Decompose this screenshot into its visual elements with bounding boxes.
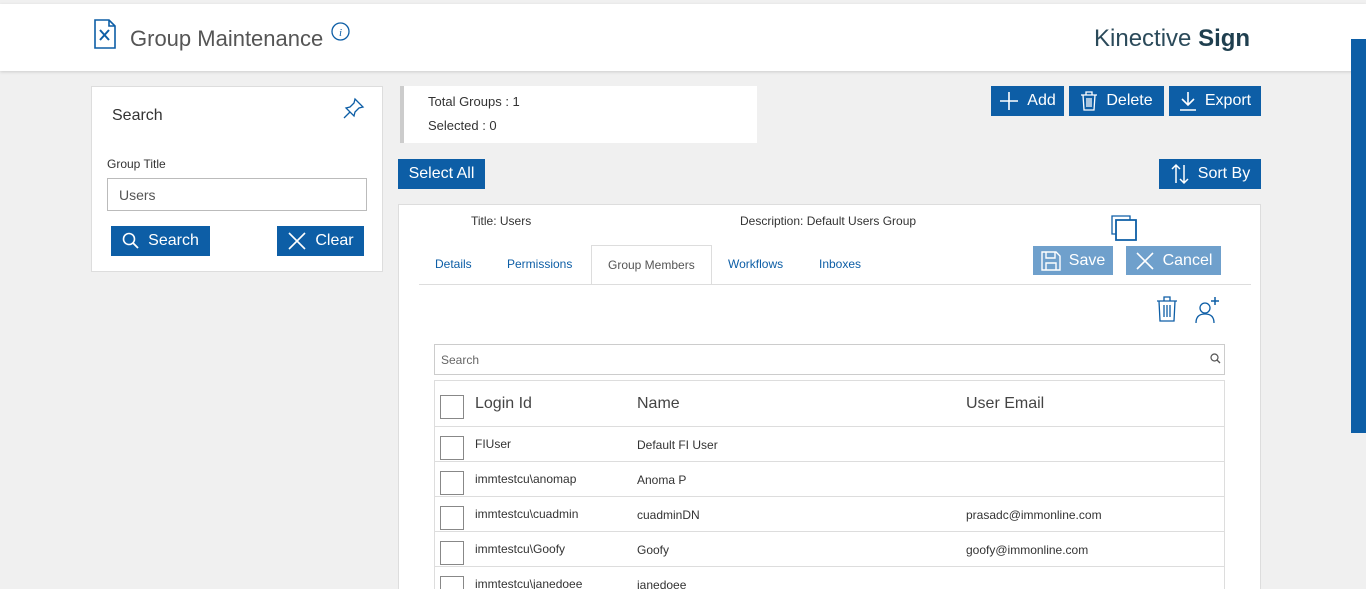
add-member-icon[interactable]	[1195, 296, 1221, 324]
sort-by-button[interactable]: Sort By	[1159, 159, 1261, 189]
group-detail-card: Title: Users Description: Default Users …	[398, 204, 1261, 589]
plus-icon	[1000, 92, 1019, 110]
remove-member-icon[interactable]	[1156, 296, 1178, 322]
search-icon	[122, 232, 139, 249]
login-id-cell: immtestcu\Goofy	[475, 542, 566, 556]
row-checkbox[interactable]	[440, 506, 464, 530]
group-title-text: Title: Users	[471, 214, 532, 228]
close-icon	[1136, 251, 1154, 270]
save-button-label: Save	[1068, 251, 1106, 269]
column-header-login-id[interactable]: Login Id	[475, 395, 532, 413]
close-icon	[288, 232, 306, 250]
table-header-row: Login Id Name User Email	[435, 381, 1224, 426]
download-icon	[1179, 92, 1196, 111]
brand-bold-text: Sign	[1198, 25, 1251, 52]
login-id-cell: FIUser	[475, 437, 511, 451]
clear-button-label: Clear	[315, 232, 354, 249]
login-id-cell: immtestcu\janedoee	[475, 577, 583, 589]
tab-inboxes[interactable]: Inboxes	[819, 257, 861, 285]
column-header-user-email[interactable]: User Email	[966, 395, 1044, 413]
copy-icon[interactable]	[1110, 214, 1138, 242]
export-button-label: Export	[1204, 92, 1252, 109]
group-title-input[interactable]	[107, 178, 367, 211]
group-description-text: Description: Default Users Group	[740, 214, 917, 228]
export-button[interactable]: Export	[1169, 86, 1261, 116]
login-id-cell: immtestcu\cuadmin	[475, 507, 579, 521]
svg-text:i: i	[339, 27, 342, 39]
email-cell: prasadc@immonline.com	[966, 508, 1102, 522]
table-row[interactable]: immtestcu\cuadmin cuadminDN prasadc@immo…	[435, 496, 1224, 531]
app-header: Group Maintenance i Kinective Sign	[0, 4, 1366, 71]
total-groups-text: Total Groups : 1	[428, 94, 520, 109]
name-cell: janedoee	[637, 578, 687, 589]
table-row[interactable]: immtestcu\anomap Anoma P	[435, 461, 1224, 496]
member-search-input[interactable]	[434, 344, 1225, 375]
search-button-label: Search	[148, 232, 199, 249]
row-checkbox[interactable]	[440, 471, 464, 495]
group-title-label: Group Title	[107, 157, 166, 171]
name-cell: Default FI User	[637, 438, 718, 452]
name-cell: Goofy	[637, 543, 670, 557]
name-cell: cuadminDN	[637, 508, 700, 522]
tab-permissions[interactable]: Permissions	[507, 257, 572, 285]
select-all-members-checkbox[interactable]	[440, 395, 464, 419]
search-panel: Search Group Title Search Clear	[91, 86, 383, 272]
sort-icon	[1171, 163, 1189, 185]
row-checkbox[interactable]	[440, 436, 464, 460]
brand-logo: Kinective Sign	[1094, 25, 1250, 53]
tab-group-members[interactable]: Group Members	[591, 245, 712, 285]
cancel-button[interactable]: Cancel	[1126, 246, 1221, 275]
table-row[interactable]: immtestcu\janedoee janedoee	[435, 566, 1224, 589]
selected-count-text: Selected : 0	[428, 118, 497, 133]
page-title: Group Maintenance	[130, 26, 324, 51]
add-button[interactable]: Add	[991, 86, 1064, 116]
page-scrollbar[interactable]	[1351, 39, 1366, 433]
table-row[interactable]: FIUser Default FI User	[435, 426, 1224, 461]
search-button[interactable]: Search	[111, 226, 210, 256]
cancel-button-label: Cancel	[1162, 251, 1213, 269]
members-table: Login Id Name User Email FIUser Default …	[434, 380, 1225, 589]
save-icon	[1041, 250, 1061, 271]
select-all-label: Select All	[408, 165, 475, 182]
row-checkbox[interactable]	[440, 541, 464, 565]
delete-button-label: Delete	[1106, 92, 1153, 109]
pin-icon[interactable]	[342, 96, 366, 120]
save-button[interactable]: Save	[1033, 246, 1113, 275]
tab-divider	[419, 284, 1251, 285]
tab-details[interactable]: Details	[435, 257, 472, 285]
group-summary: Total Groups : 1 Selected : 0	[400, 86, 757, 143]
info-icon[interactable]: i	[331, 22, 350, 41]
add-button-label: Add	[1027, 92, 1056, 109]
delete-button[interactable]: Delete	[1069, 86, 1164, 116]
name-cell: Anoma P	[637, 473, 687, 487]
column-header-name[interactable]: Name	[637, 395, 680, 413]
clear-button[interactable]: Clear	[277, 226, 364, 256]
table-row[interactable]: immtestcu\Goofy Goofy goofy@immonline.co…	[435, 531, 1224, 566]
row-checkbox[interactable]	[440, 576, 464, 589]
login-id-cell: immtestcu\anomap	[475, 472, 577, 486]
tab-workflows[interactable]: Workflows	[728, 257, 783, 285]
document-tools-icon	[94, 19, 116, 49]
search-icon[interactable]	[1210, 353, 1221, 364]
search-panel-title: Search	[112, 107, 163, 124]
sort-by-label: Sort By	[1197, 165, 1251, 182]
email-cell: goofy@immonline.com	[966, 543, 1089, 557]
brand-light-text: Kinective	[1094, 25, 1192, 52]
select-all-button[interactable]: Select All	[398, 159, 485, 189]
trash-icon	[1081, 91, 1098, 111]
